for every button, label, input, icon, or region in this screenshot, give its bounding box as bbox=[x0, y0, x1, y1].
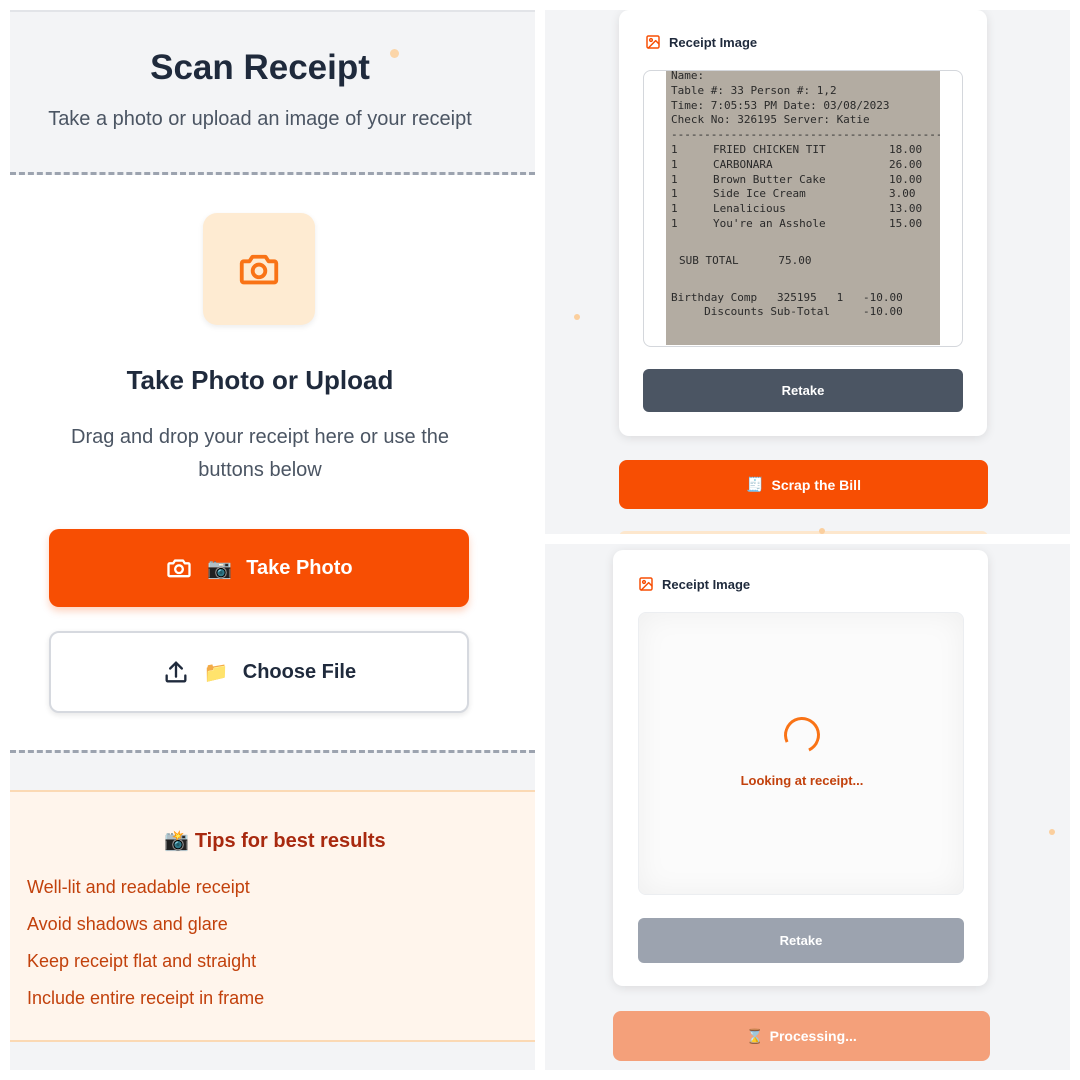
camera-flash-emoji-icon: 📸 bbox=[164, 830, 190, 852]
collage: Scan Receipt Take a photo or upload an i… bbox=[0, 0, 1080, 1080]
take-photo-label: Take Photo bbox=[246, 556, 353, 579]
receipt-item-qty: 1 bbox=[671, 216, 678, 230]
receipt-image: Name: Table #: 33 Person #: 1,2 Time: 7:05… bbox=[643, 70, 963, 347]
receipt-item-price: 15.00 bbox=[889, 216, 923, 230]
receipt-preview-screen: Receipt Image Name: Table #: 33 Person #:… bbox=[545, 10, 1070, 534]
upload-description: Drag and drop your receipt here or use t… bbox=[71, 426, 449, 481]
receipt-item: 1 Brown Butter Cake 10.00 bbox=[671, 173, 940, 188]
receipt-line: Table #: 33 Person #: 1,2 bbox=[671, 83, 837, 97]
page-title: Scan Receipt bbox=[150, 48, 370, 87]
tips-panel: 📸 Tips for best results Well-lit and rea… bbox=[10, 790, 535, 1042]
receipt-discounts: Discounts Sub-Total -10.00 bbox=[671, 305, 903, 319]
receipt-subtotal: SUB TOTAL 75.00 bbox=[679, 253, 812, 267]
list-item: Include entire receipt in frame bbox=[27, 988, 265, 1008]
processing-screen: Receipt Image Looking at receipt... Reta… bbox=[545, 544, 1070, 1070]
hourglass-emoji-icon: ⌛ bbox=[746, 1027, 764, 1044]
receipt-item-price: 10.00 bbox=[889, 172, 923, 186]
receipt-item-price: 18.00 bbox=[889, 142, 923, 156]
receipt-item-name: You're an Asshole bbox=[713, 216, 826, 230]
receipt-item-name: Lenalicious bbox=[713, 202, 786, 216]
receipt-item-name: Brown Butter Cake bbox=[713, 172, 826, 186]
loading-text: Looking at receipt... bbox=[740, 773, 864, 788]
receipt-image-card: Receipt Image Name: Table #: 33 Person #:… bbox=[619, 10, 987, 436]
receipt-item-price: 13.00 bbox=[889, 202, 923, 216]
loading-overlay: Looking at receipt... bbox=[638, 612, 964, 895]
receipt-item: 1 Side Ice Cream 3.00 bbox=[671, 187, 940, 202]
receipt-item-qty: 1 bbox=[671, 187, 678, 201]
image-icon bbox=[639, 577, 653, 591]
upload-dropzone[interactable]: Take Photo or Upload Drag and drop your … bbox=[10, 175, 535, 750]
list-item: Avoid shadows and glare bbox=[27, 914, 228, 934]
next-card-edge bbox=[619, 531, 988, 534]
camera-icon-tile bbox=[203, 213, 315, 325]
receipt-item-price: 3.00 bbox=[889, 187, 916, 201]
receipt-photo: Name: Table #: 33 Person #: 1,2 Time: 7:05… bbox=[666, 71, 940, 345]
upload-icon bbox=[165, 661, 187, 683]
loading-spinner-icon bbox=[778, 711, 826, 759]
tips-title: 📸 Tips for best results bbox=[10, 828, 535, 853]
decorative-dot bbox=[1049, 829, 1055, 835]
camera-icon bbox=[167, 559, 192, 578]
receipt-item-qty: 1 bbox=[671, 172, 678, 186]
camera-emoji-icon: 📷 bbox=[207, 557, 233, 580]
receipt-comp: Birthday Comp 325195 1 -10.00 bbox=[671, 290, 903, 304]
upload-title: Take Photo or Upload bbox=[126, 365, 394, 395]
receipt-line: Time: 7:05:53 PM Date: 03/08/2023 bbox=[671, 98, 890, 112]
receipt-line: Check No: 326195 Server: Katie bbox=[671, 113, 870, 127]
take-photo-button[interactable]: 📷 Take Photo bbox=[49, 529, 469, 607]
receipt-item-qty: 1 bbox=[671, 157, 678, 171]
camera-icon bbox=[239, 254, 279, 285]
choose-file-button[interactable]: 📁 Choose File bbox=[49, 631, 469, 713]
card-header: Receipt Image bbox=[638, 576, 750, 592]
receipt-item-qty: 1 bbox=[671, 142, 678, 156]
processing-button-label: Processing... bbox=[769, 1028, 857, 1044]
tips-title-text: Tips for best results bbox=[194, 830, 386, 852]
dashed-divider bbox=[10, 750, 535, 753]
decorative-dot bbox=[819, 528, 825, 534]
card-header: Receipt Image bbox=[645, 34, 757, 50]
receipt-item-name: FRIED CHICKEN TIT bbox=[713, 142, 826, 156]
receipt-item: 1 CARBONARA 26.00 bbox=[671, 158, 940, 173]
receipt-item-qty: 1 bbox=[671, 202, 678, 216]
decorative-dot bbox=[574, 314, 580, 320]
receipt-item-name: CARBONARA bbox=[713, 157, 773, 171]
receipt-line: ----------------------------------------… bbox=[671, 128, 940, 142]
receipt-emoji-icon: 🧾 bbox=[746, 476, 764, 492]
tips-list: Well-lit and readable receipt Avoid shad… bbox=[27, 876, 264, 1024]
card-title: Receipt Image bbox=[662, 576, 751, 592]
list-item: Keep receipt flat and straight bbox=[27, 951, 257, 971]
page-subtitle: Take a photo or upload an image of your … bbox=[48, 108, 472, 130]
choose-file-label: Choose File bbox=[242, 660, 357, 683]
retake-button-disabled[interactable]: Retake bbox=[638, 918, 964, 963]
retake-button[interactable]: Retake bbox=[643, 369, 963, 412]
folder-emoji-icon: 📁 bbox=[203, 661, 229, 684]
receipt-item-price: 26.00 bbox=[889, 157, 923, 171]
image-icon bbox=[646, 35, 660, 49]
decorative-dot bbox=[390, 49, 399, 58]
receipt-item: 1 You're an Asshole 15.00 bbox=[671, 217, 940, 232]
scan-receipt-screen: Scan Receipt Take a photo or upload an i… bbox=[10, 10, 535, 1070]
receipt-item: 1 FRIED CHICKEN TIT 18.00 bbox=[671, 143, 940, 158]
scan-header: Scan Receipt Take a photo or upload an i… bbox=[10, 12, 535, 174]
receipt-item-name: Side Ice Cream bbox=[713, 187, 806, 201]
scrap-the-bill-button[interactable]: 🧾 Scrap the Bill bbox=[619, 460, 988, 509]
list-item: Well-lit and readable receipt bbox=[27, 877, 250, 897]
scrap-button-label: Scrap the Bill bbox=[771, 476, 861, 493]
card-title: Receipt Image bbox=[669, 34, 758, 50]
processing-button[interactable]: ⌛ Processing... bbox=[613, 1011, 990, 1061]
receipt-item: 1 Lenalicious 13.00 bbox=[671, 202, 940, 217]
receipt-image-card: Receipt Image Looking at receipt... Reta… bbox=[613, 550, 988, 986]
receipt-line: Name: bbox=[671, 71, 705, 82]
